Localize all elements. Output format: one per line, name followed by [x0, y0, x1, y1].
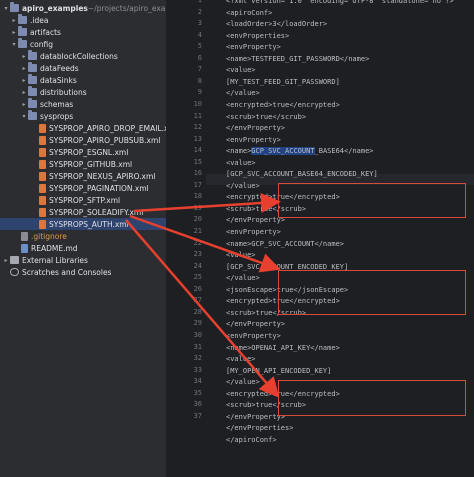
annotation-arrows [125, 192, 281, 398]
arrow-to-gcp-account [129, 214, 281, 273]
arrow-to-gcp-base64 [133, 192, 281, 213]
arrow-to-openai [125, 219, 280, 398]
